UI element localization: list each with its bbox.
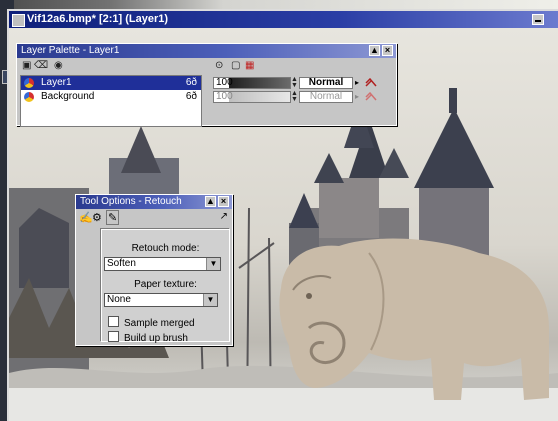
layer-palette-rollup-button[interactable]: ▲ [369,45,380,56]
blend-mode-background[interactable]: Normal [299,91,353,103]
brush-tab-icon[interactable]: ✍ [79,211,93,224]
layer-row-background[interactable]: Background 6ð [21,90,201,104]
tool-options-title: Tool Options - Retouch [80,196,182,207]
delete-layer-icon[interactable]: ⌫ [34,60,48,71]
blend-mode-arrow-icon[interactable]: ▸ [355,92,361,102]
chevron-down-icon[interactable]: ▼ [206,258,220,270]
paper-tab-icon[interactable]: ⚙ [92,211,102,224]
retouch-tab-icon[interactable]: ✎ [106,210,120,225]
layer-mask-icon[interactable]: ◉ [54,60,63,71]
retouch-mode-value: Soften [107,258,136,269]
layer-properties-icon[interactable]: ⊙ [215,60,223,71]
tool-options-tabs: ✍ ⚙ ✎ ↗ [76,209,232,227]
layer-name: Layer1 [41,77,72,88]
opacity-value: 100 [216,91,233,102]
layer-group-icon[interactable]: ▢ [231,60,240,71]
layer-palette-close-button[interactable]: × [382,45,393,56]
tool-options-close-button[interactable]: × [218,196,229,207]
build-up-brush-label: Build up brush [124,333,188,344]
visibility-toggle-icon[interactable]: 6ð [186,76,197,90]
tool-options-palette: Tool Options - Retouch ▲ × ✍ ⚙ ✎ ↗ Retou… [75,194,233,346]
layer-raster-icon [24,78,34,88]
layer-name: Background [41,91,95,102]
blend-mode-arrow-icon[interactable]: ▸ [355,78,361,88]
image-canvas[interactable]: Layer Palette - Layer1 ▲ × ▣ ⌫ ◉ ⊙ ▢ ▦ L… [9,28,558,421]
checkbox-box[interactable] [108,316,119,327]
chevron-down-icon[interactable]: ▼ [203,294,217,306]
build-up-brush-checkbox[interactable]: Build up brush [108,331,188,344]
retouch-mode-label: Retouch mode: [131,243,200,254]
app-icon[interactable] [12,14,25,27]
paper-texture-select[interactable]: None ▼ [104,293,218,307]
sample-merged-checkbox[interactable]: Sample merged [108,316,195,329]
retouch-mode-select[interactable]: Soften ▼ [104,257,221,271]
new-layer-icon[interactable]: ▣ [22,60,31,71]
layer-palette-toolbar: ▣ ⌫ ◉ ⊙ ▢ ▦ [17,58,396,73]
paper-texture-label: Paper texture: [134,279,197,290]
lock-transparency-icon[interactable] [365,78,377,88]
mask-link-icon[interactable]: ▦ [245,60,254,71]
image-window-titlebar[interactable]: Vif12a6.bmp* [2:1] (Layer1) [9,11,558,28]
opacity-slider-background[interactable]: 100 [213,91,291,103]
layer-list: Layer1 6ð Background 6ð [20,75,202,127]
minimize-button[interactable] [532,14,544,25]
opacity-value: 100 [216,77,233,88]
layer-raster-icon [24,92,34,102]
tool-options-titlebar[interactable]: Tool Options - Retouch ▲ × [76,195,232,209]
layer-row-layer1[interactable]: Layer1 6ð [21,76,201,90]
layer-properties-panel: 100 ▲ ▼ Normal ▸ 100 ▲ ▼ Normal ▸ [211,75,397,125]
image-window-title: Vif12a6.bmp* [2:1] (Layer1) [27,13,169,25]
blend-mode-layer1[interactable]: Normal [299,77,353,89]
lock-transparency-icon[interactable] [365,92,377,102]
checkbox-box[interactable] [108,331,119,342]
layer-palette-titlebar[interactable]: Layer Palette - Layer1 ▲ × [17,44,396,58]
help-icon[interactable]: ↗ [220,211,228,222]
tool-options-body: Retouch mode: Soften ▼ Paper texture: No… [101,229,230,344]
layer-palette: Layer Palette - Layer1 ▲ × ▣ ⌫ ◉ ⊙ ▢ ▦ L… [16,43,397,127]
opacity-spinner[interactable]: ▲ ▼ [291,76,298,89]
opacity-slider-layer1[interactable]: 100 [213,77,291,89]
visibility-toggle-icon[interactable]: 6ð [186,90,197,104]
layer-palette-title: Layer Palette - Layer1 [21,45,120,56]
sample-merged-label: Sample merged [124,318,195,329]
opacity-spinner[interactable]: ▲ ▼ [291,90,298,103]
tool-options-rollup-button[interactable]: ▲ [205,196,216,207]
paper-texture-value: None [107,294,131,305]
image-window: Vif12a6.bmp* [2:1] (Layer1) Layer Palett… [7,9,558,421]
